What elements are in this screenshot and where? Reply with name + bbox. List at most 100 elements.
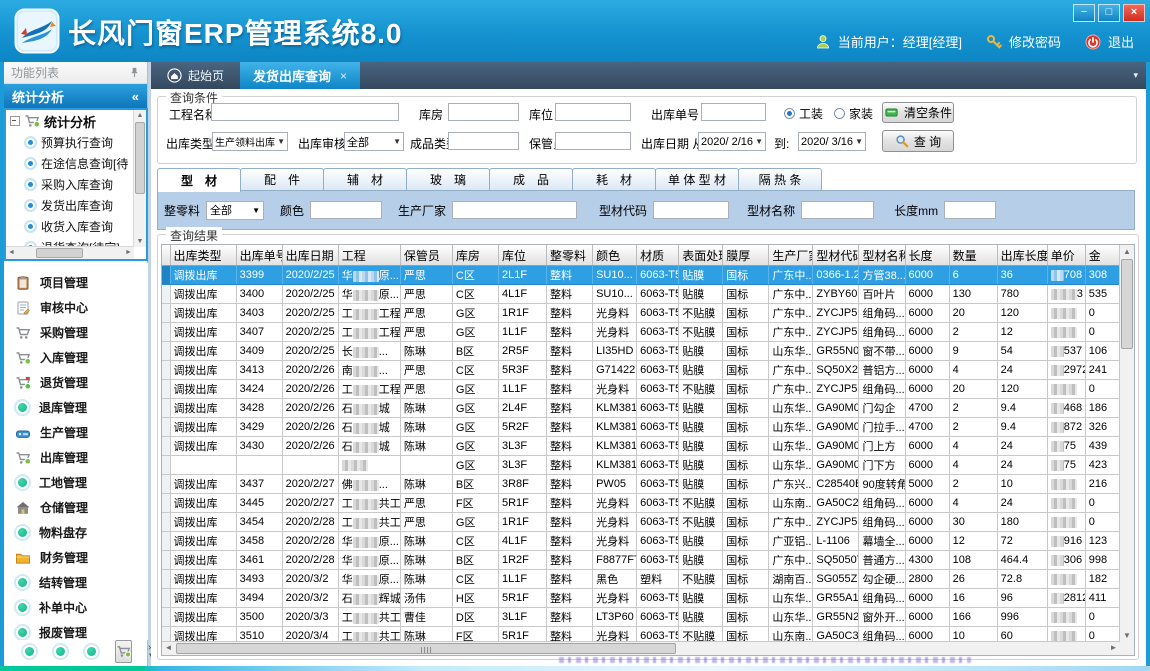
column-header[interactable]: 长度 xyxy=(905,245,949,266)
profile-code-input[interactable] xyxy=(653,201,729,219)
sidebar-item[interactable]: 审核中心 xyxy=(4,295,148,320)
sidebar-item[interactable]: 退货管理 xyxy=(4,370,148,395)
column-header[interactable]: 颜色 xyxy=(593,245,637,266)
column-header[interactable]: 型材代码 xyxy=(813,245,859,266)
column-header[interactable]: 出库单号 xyxy=(236,245,282,266)
tree-item[interactable]: 在途信息查询[待 xyxy=(26,153,146,174)
date-to-select[interactable]: 2020/ 3/16▼ xyxy=(798,132,866,151)
table-row[interactable]: 调拨出库35102020/3/4工共工程陈琳F区5R1F整料光身料6063-T5… xyxy=(162,627,1120,643)
sidebar-item[interactable]: 入库管理 xyxy=(4,345,148,370)
table-row[interactable]: 调拨出库34582020/2/28华原...陈琳C区4L1F整料光身料6063-… xyxy=(162,532,1120,551)
table-vertical-scrollbar[interactable]: ▲ ▼ xyxy=(1119,245,1134,642)
table-row[interactable]: 调拨出库33992020/2/25华原...严思C区2L1F整料SU10...6… xyxy=(162,266,1120,285)
profile-name-input[interactable] xyxy=(801,201,874,219)
sidebar-item[interactable]: 补单中心 xyxy=(4,595,148,620)
table-row[interactable]: 调拨出库35002020/3/3工共工程曹佳D区3L1F整料LT3P606063… xyxy=(162,608,1120,627)
warehouse-input[interactable] xyxy=(448,103,519,121)
column-header[interactable]: 数量 xyxy=(949,245,997,266)
material-tab[interactable]: 隔 热 条 xyxy=(738,168,822,190)
tree-horizontal-scrollbar[interactable]: ◄ ► xyxy=(6,246,134,259)
column-header[interactable]: 库位 xyxy=(498,245,546,266)
column-header[interactable]: 工程 xyxy=(338,245,400,266)
sidebar-item[interactable]: 退库管理 xyxy=(4,395,148,420)
table-row[interactable]: 调拨出库34072020/2/25工工程严思G区1L1F整料光身料6063-T5… xyxy=(162,323,1120,342)
column-header[interactable]: 表面处理 xyxy=(679,245,723,266)
radio-workwear[interactable]: 工装 xyxy=(784,105,823,122)
column-header[interactable]: 金 xyxy=(1085,245,1119,266)
tree-item[interactable]: 预算执行查询 xyxy=(26,132,146,153)
stats-group-header[interactable]: 统计分析 « xyxy=(4,84,147,108)
scroll-up-icon[interactable]: ▲ xyxy=(1120,245,1134,258)
collapsed-module-icon[interactable] xyxy=(85,645,98,658)
material-tab[interactable]: 成 品 xyxy=(489,168,573,190)
scroll-left-icon[interactable]: ◄ xyxy=(162,642,175,653)
radio-homewear[interactable]: 家装 xyxy=(834,105,873,122)
material-tab[interactable]: 单 体 型 材 xyxy=(655,168,739,190)
audit-select[interactable]: 全部▼ xyxy=(344,132,404,151)
table-row[interactable]: 调拨出库34372020/2/27佛...陈琳B区3R8F整料PW056063-… xyxy=(162,475,1120,494)
table-row[interactable]: 调拨出库34132020/2/26南...严思C区5R3F整料G71422606… xyxy=(162,361,1120,380)
tree-expander-icon[interactable] xyxy=(10,116,20,126)
sidebar-item[interactable]: 工地管理 xyxy=(4,470,148,495)
scroll-right-icon[interactable]: ► xyxy=(1107,642,1120,653)
column-header[interactable]: 整零料 xyxy=(547,245,593,266)
table-row[interactable]: G区3L3F整料KLM38176063-T5贴膜国标山东华...GA90M09.… xyxy=(162,456,1120,475)
pin-icon[interactable] xyxy=(129,67,140,78)
sidebar-item[interactable]: 结转管理 xyxy=(4,570,148,595)
table-row[interactable]: 调拨出库34242020/2/26工工程严思G区1L1F整料光身料6063-T5… xyxy=(162,380,1120,399)
close-button[interactable]: × xyxy=(1123,4,1145,22)
scrollbar-thumb[interactable] xyxy=(176,643,676,654)
factory-input[interactable] xyxy=(452,201,577,219)
table-row[interactable]: 调拨出库34302020/2/26石城陈琳G区3L3F整料KLM38176063… xyxy=(162,437,1120,456)
change-password-link[interactable]: 修改密码 xyxy=(1009,32,1061,51)
scroll-left-icon[interactable]: ◄ xyxy=(6,247,17,258)
location-input[interactable] xyxy=(555,103,631,121)
material-tab[interactable]: 辅 材 xyxy=(323,168,407,190)
length-input[interactable] xyxy=(944,201,996,219)
project-name-input[interactable] xyxy=(211,103,399,121)
table-horizontal-scrollbar[interactable]: ◄ ► xyxy=(162,641,1120,655)
table-row[interactable]: 调拨出库34282020/2/26石城陈琳G区2L4F整料KLM38176063… xyxy=(162,399,1120,418)
table-row[interactable]: 调拨出库34612020/2/28华原...陈琳B区1R2F整料F8877FT6… xyxy=(162,551,1120,570)
table-row[interactable]: 调拨出库34932020/3/2华原...陈琳C区1L1F整料黑色塑料不贴膜国标… xyxy=(162,570,1120,589)
column-header[interactable]: 出库类型 xyxy=(170,245,236,266)
column-header[interactable]: 生产厂家 xyxy=(769,245,813,266)
product-type-input[interactable] xyxy=(448,132,519,150)
cart-module-button[interactable] xyxy=(115,640,132,663)
sidebar-item[interactable]: 财务管理 xyxy=(4,545,148,570)
sidebar-item[interactable]: 出库管理 xyxy=(4,445,148,470)
order-no-input[interactable] xyxy=(701,103,766,121)
date-from-select[interactable]: 2020/ 2/16▼ xyxy=(698,132,766,151)
collapse-icon[interactable]: « xyxy=(132,89,139,104)
column-header[interactable]: 材质 xyxy=(637,245,679,266)
table-row[interactable]: 调拨出库34292020/2/26石城陈琳G区5R2F整料KLM38176063… xyxy=(162,418,1120,437)
color-input[interactable] xyxy=(310,201,382,219)
column-header[interactable]: 库房 xyxy=(452,245,498,266)
material-tab[interactable]: 配 件 xyxy=(240,168,324,190)
scroll-down-icon[interactable]: ▼ xyxy=(134,236,146,247)
maximize-button[interactable]: □ xyxy=(1098,4,1120,22)
column-header[interactable]: 保管员 xyxy=(400,245,452,266)
tree-root-node[interactable]: 统计分析 xyxy=(6,110,146,132)
column-header[interactable]: 型材名称 xyxy=(859,245,905,266)
close-tab-icon[interactable]: × xyxy=(340,69,347,83)
table-row[interactable]: 调拨出库34542020/2/28工共工程严思G区1R1F整料光身料6063-T… xyxy=(162,513,1120,532)
sidebar-item[interactable]: 物料盘存 xyxy=(4,520,148,545)
tab-shipping-out-query[interactable]: 发货出库查询 × xyxy=(240,62,360,89)
keeper-input[interactable] xyxy=(555,132,631,150)
scrollbar-thumb[interactable] xyxy=(1121,259,1133,349)
column-header[interactable]: 单价 xyxy=(1047,245,1085,266)
sidebar-item[interactable]: 仓储管理 xyxy=(4,495,148,520)
out-type-select[interactable]: 生产领料出库▼ xyxy=(212,132,288,151)
column-header[interactable]: 膜厚 xyxy=(723,245,769,266)
collapsed-module-icon[interactable] xyxy=(54,645,67,658)
tab-list-caret-icon[interactable]: ▾ xyxy=(1133,70,1146,81)
collapsed-module-icon[interactable] xyxy=(23,645,36,658)
search-button[interactable]: 查 询 xyxy=(882,130,954,152)
scroll-down-icon[interactable]: ▼ xyxy=(1120,629,1134,642)
column-header[interactable]: 出库长度 xyxy=(997,245,1047,266)
sidebar-item[interactable]: 生产管理 xyxy=(4,420,148,445)
table-row[interactable]: 调拨出库34942020/3/2石辉城汤伟H区5R1F整料光身料6063-T5贴… xyxy=(162,589,1120,608)
logout-link[interactable]: 退出 xyxy=(1108,32,1134,51)
material-tab[interactable]: 耗 材 xyxy=(572,168,656,190)
